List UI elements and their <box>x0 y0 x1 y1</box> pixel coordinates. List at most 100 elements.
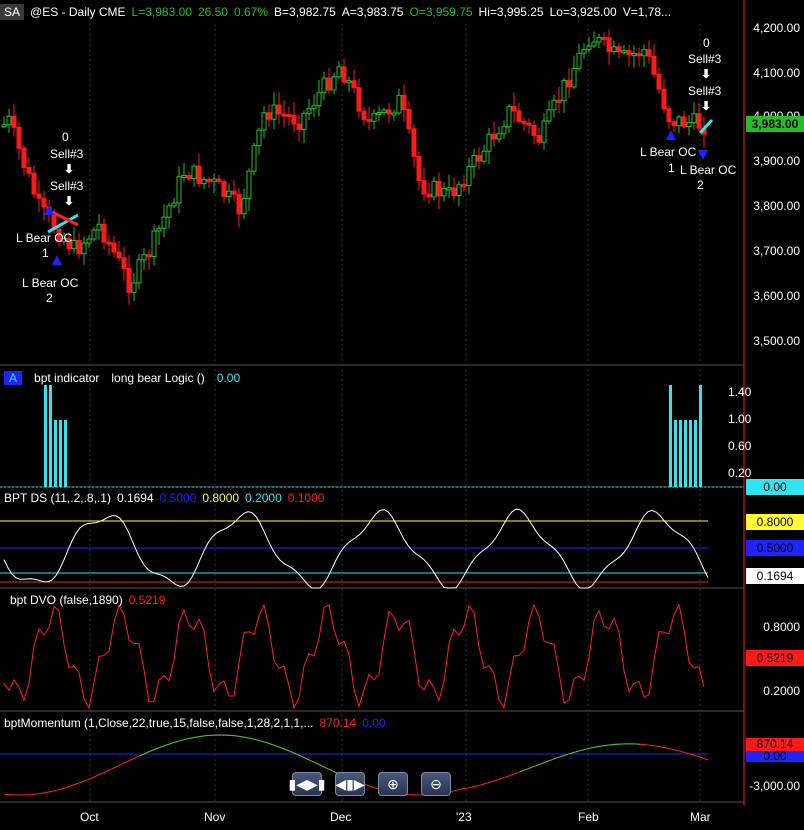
candle-body <box>461 184 467 188</box>
candle-body <box>266 112 272 120</box>
indicator-value-tag: 0.00 <box>746 479 804 495</box>
ds-name: BPT DS (11,.2,.8,.1) <box>4 491 111 505</box>
zoom-out-icon: ⊖ <box>430 775 442 792</box>
candle-body <box>341 66 347 83</box>
candle-body <box>276 104 282 115</box>
candle-body <box>411 128 417 157</box>
candle-body <box>271 104 277 120</box>
candle-body <box>281 113 287 117</box>
candle-body <box>236 193 242 215</box>
header-lo: Lo=3,925.00 <box>549 5 617 19</box>
candle-body <box>261 112 267 131</box>
candle-body <box>451 187 457 196</box>
candle-body <box>491 133 497 140</box>
candle-body <box>181 174 187 178</box>
candle-body <box>111 242 117 253</box>
candle-body <box>446 187 452 191</box>
candle-body <box>591 41 597 47</box>
candle-body <box>661 88 667 110</box>
candle-body <box>471 154 477 167</box>
price-axis-label: 3,700.00 <box>753 244 800 258</box>
annotation-sell-right-1: Sell#3 <box>688 52 722 66</box>
candle-body <box>576 52 582 69</box>
candle-body <box>186 174 192 180</box>
down-arrow-icon: ⬇ <box>64 162 75 176</box>
candle-body <box>546 109 552 122</box>
candle-body <box>631 53 637 57</box>
zoom-out-button[interactable]: ⊖ <box>421 772 451 796</box>
indicator-bar <box>49 385 52 487</box>
chart-canvas[interactable] <box>0 0 804 830</box>
candle-body <box>166 205 172 218</box>
annotation-lbear-left-2-num: 2 <box>46 291 53 305</box>
dvo-axis-label: 0.8000 <box>763 620 800 634</box>
indicator-tag[interactable]: A <box>4 371 23 385</box>
price-axis-label: 3,500.00 <box>753 334 800 348</box>
candle-body <box>676 116 682 127</box>
up-arrow-marker <box>52 255 62 265</box>
candle-body <box>231 190 237 195</box>
header-pct: 0.67% <box>233 5 269 19</box>
annotation-lbear-right-1-num: 1 <box>668 161 675 175</box>
zoom-in-button[interactable]: ⊕ <box>378 772 408 796</box>
zoom-fit-button[interactable]: ▮◀▶▮ <box>289 772 325 796</box>
annotation-lbear-left-2: L Bear OC <box>22 276 79 290</box>
candle-body <box>466 165 472 187</box>
zoom-range-button[interactable]: ◀▮▶ <box>335 772 365 796</box>
candle-body <box>396 94 402 114</box>
candle-body <box>246 170 252 199</box>
indicator-pane-title: Abpt indicator long bear Logic () 0.00 <box>4 371 246 385</box>
candle-body <box>386 109 392 115</box>
indicator-bar <box>689 420 692 487</box>
candle-body <box>426 193 432 198</box>
down-arrow-icon: ⬇ <box>701 99 712 113</box>
candle-body <box>101 223 107 243</box>
candle-body <box>636 53 642 57</box>
candle-body <box>161 216 167 229</box>
candle-body <box>486 133 492 152</box>
indicator-axis-label: 1.40 <box>728 385 752 399</box>
candle-body <box>516 110 522 122</box>
header-ask: A=3,983.75 <box>341 5 404 19</box>
x-axis-label: Oct <box>80 810 99 824</box>
candle-body <box>216 178 222 183</box>
candle-body <box>436 180 442 197</box>
indicator-bar <box>64 420 67 487</box>
dvo-pane-title: bpt DVO (false,1890) 0.5219 <box>10 593 171 607</box>
candle-body <box>561 79 567 102</box>
indicator-bar <box>694 420 697 487</box>
candle-body <box>121 257 127 269</box>
ds-pane-title: BPT DS (11,.2,.8,.1) 0.1694 0.5000 0.8000 0.… <box>4 491 330 505</box>
candle-body <box>416 155 422 182</box>
candle-body <box>116 251 122 259</box>
indicator-logic: long bear Logic () <box>111 371 205 385</box>
candle-body <box>401 94 407 111</box>
candle-body <box>156 227 162 232</box>
header-symbol: @ES - Daily CME <box>30 5 126 19</box>
indicator-axis-label: 1.00 <box>728 412 752 426</box>
candle-body <box>556 99 562 103</box>
annotation-lbear-right-2-num: 2 <box>697 178 704 192</box>
candle-body <box>76 239 82 255</box>
down-arrow-icon: ⬇ <box>701 67 712 81</box>
annotation-zero-right: 0 <box>703 36 710 50</box>
annotation-lbear-left-1-num: 1 <box>42 246 49 260</box>
candle-body <box>356 87 362 112</box>
candle-body <box>81 242 87 255</box>
mom-value2: 0.00 <box>362 716 386 730</box>
price-axis-label: 3,800.00 <box>753 199 800 213</box>
chart-window[interactable] <box>0 0 804 830</box>
candle-body <box>311 105 317 110</box>
candle-body <box>141 254 147 261</box>
x-axis-label: Dec <box>330 810 352 824</box>
annotation-lbear-right-2: L Bear OC <box>680 163 737 177</box>
candle-body <box>531 124 537 136</box>
candle-body <box>596 36 602 43</box>
candle-body <box>331 76 337 91</box>
candle-body <box>151 230 157 257</box>
candle-body <box>201 178 207 185</box>
ds-v2: 0.5000 <box>159 491 197 505</box>
header-tag[interactable]: SA <box>0 4 25 20</box>
momentum-line-up <box>519 743 641 773</box>
header-last: L=3,983.00 <box>131 5 192 19</box>
